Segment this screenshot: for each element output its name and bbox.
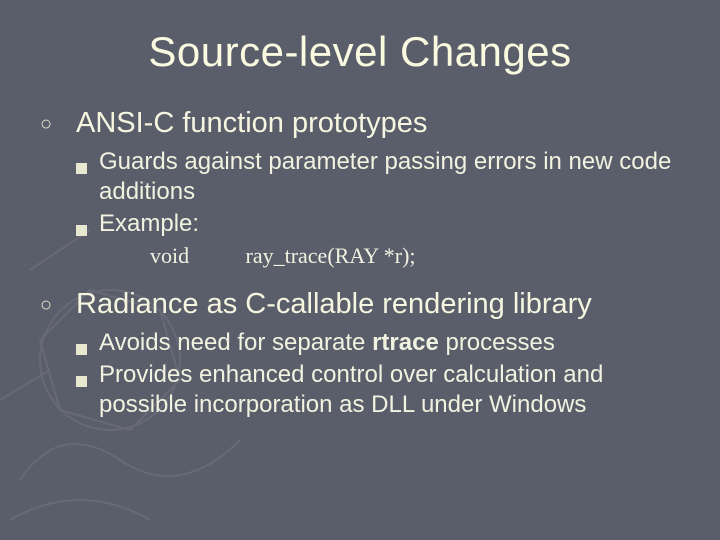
sub-list-item: Guards against parameter passing errors … xyxy=(76,147,680,207)
sub-list-item: Example: xyxy=(76,209,680,239)
sub-list: Guards against parameter passing errors … xyxy=(76,147,680,239)
slide-title: Source-level Changes xyxy=(40,28,680,76)
sub-list-item: Provides enhanced control over calculati… xyxy=(76,360,680,420)
main-list: ○ ANSI-C function prototypes Guards agai… xyxy=(40,106,680,420)
sub-list-item: Avoids need for separate rtrace processe… xyxy=(76,328,680,358)
list-item-text: ANSI-C function prototypes xyxy=(76,106,427,141)
code-keyword: void xyxy=(150,243,240,269)
code-call: ray_trace(RAY *r); xyxy=(246,243,416,268)
square-bullet-icon xyxy=(76,376,87,387)
sub-item-text: Avoids need for separate rtrace processe… xyxy=(99,328,555,358)
list-item: ○ Radiance as C-callable rendering libra… xyxy=(40,287,680,420)
square-bullet-icon xyxy=(76,344,87,355)
slide: Source-level Changes ○ ANSI-C function p… xyxy=(0,0,720,540)
code-example: void ray_trace(RAY *r); xyxy=(150,243,680,269)
circle-bullet-icon: ○ xyxy=(40,295,58,315)
list-item: ○ ANSI-C function prototypes Guards agai… xyxy=(40,106,680,269)
sub-item-text: Guards against parameter passing errors … xyxy=(99,147,680,207)
circle-bullet-icon: ○ xyxy=(40,114,58,134)
square-bullet-icon xyxy=(76,163,87,174)
square-bullet-icon xyxy=(76,225,87,236)
sub-item-text: Example: xyxy=(99,209,199,239)
list-item-text: Radiance as C-callable rendering library xyxy=(76,287,592,322)
sub-item-text: Provides enhanced control over calculati… xyxy=(99,360,680,420)
sub-list: Avoids need for separate rtrace processe… xyxy=(76,328,680,420)
